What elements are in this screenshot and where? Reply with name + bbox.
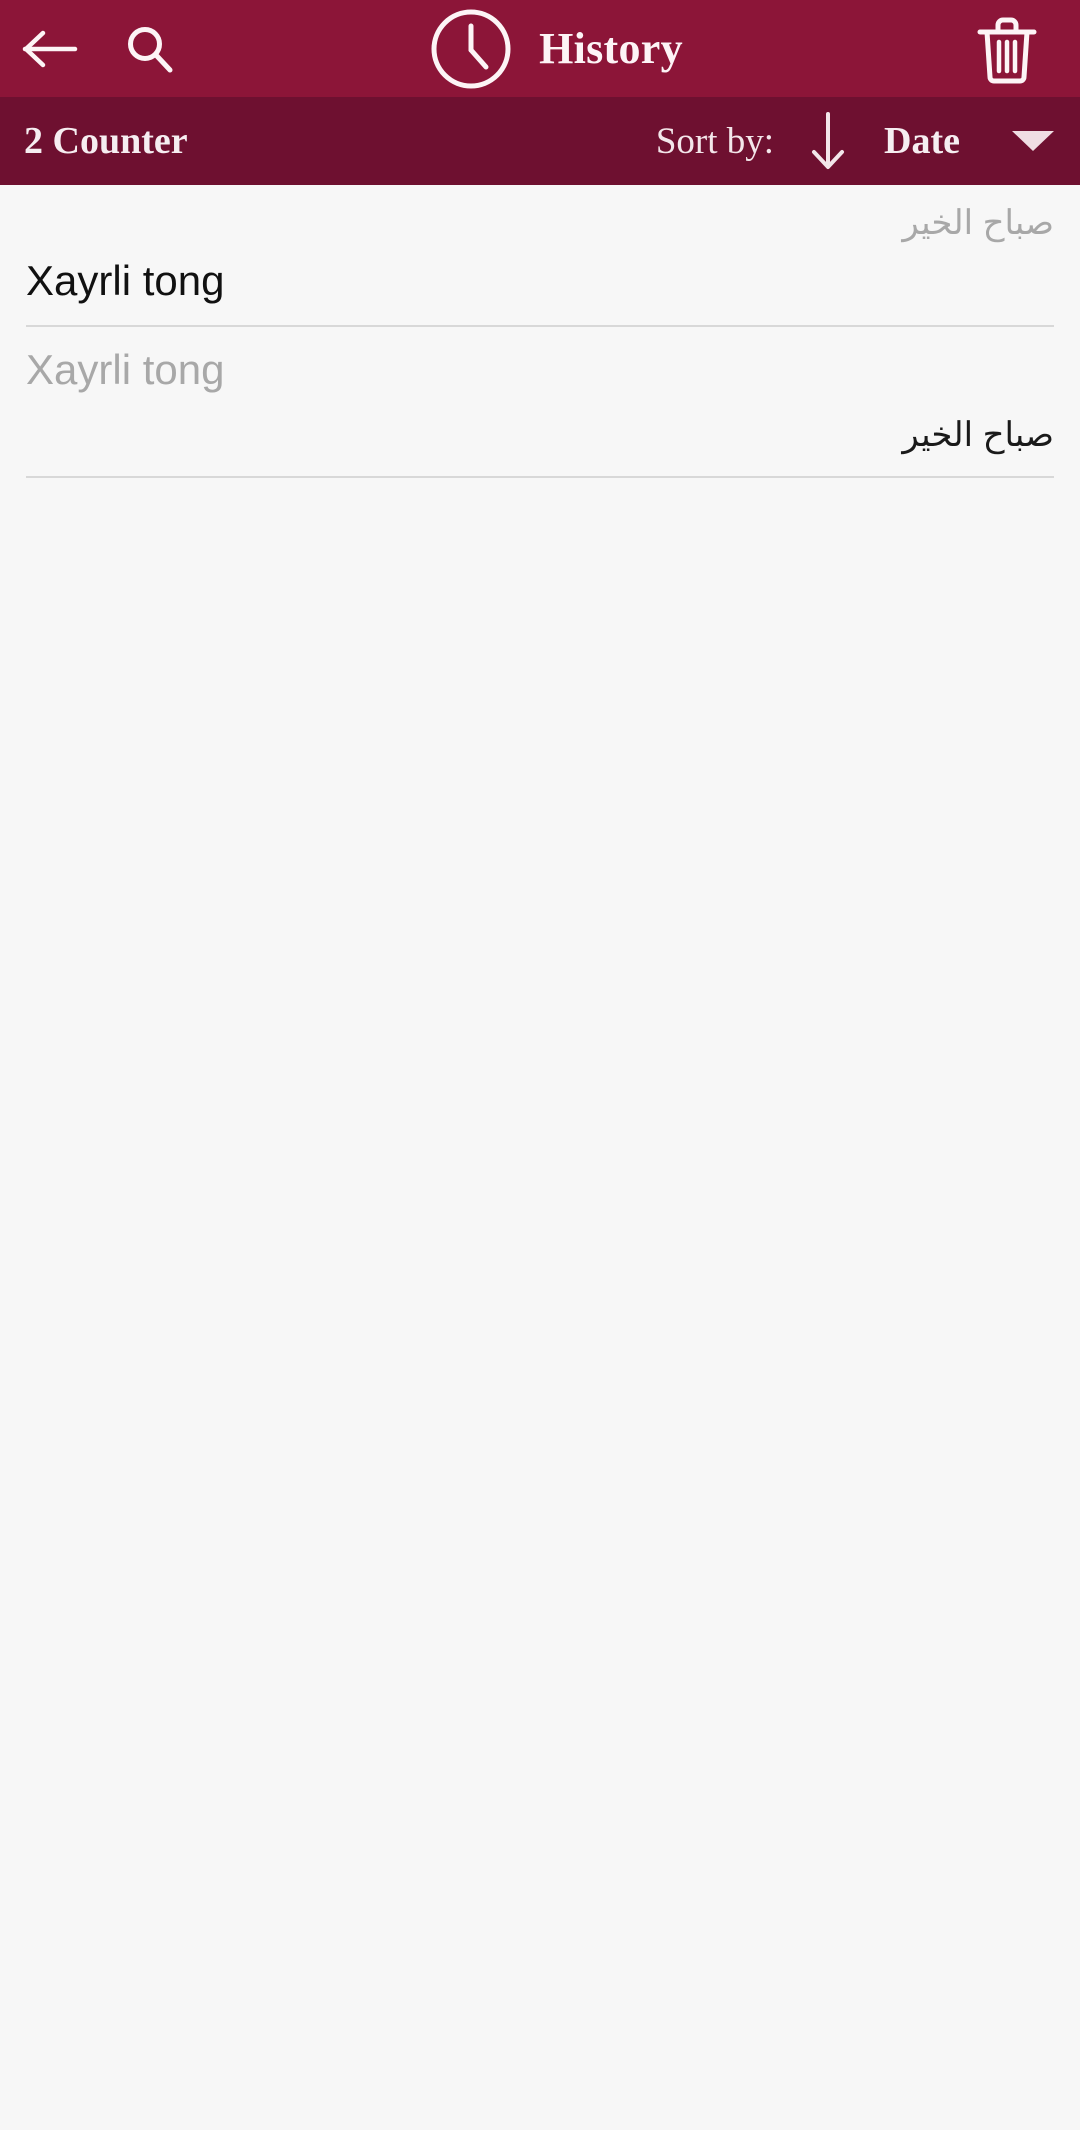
sort-control[interactable]: Sort by: Date bbox=[656, 97, 1080, 185]
clock-icon bbox=[431, 9, 511, 88]
sub-header-bar: 2 Counter Sort by: Date bbox=[0, 97, 1080, 185]
entry-target-text: Xayrli tong bbox=[26, 257, 225, 305]
caret-down-icon[interactable] bbox=[1012, 131, 1054, 151]
back-button[interactable] bbox=[12, 0, 88, 97]
entry-target-text: Xayrli tong bbox=[26, 345, 225, 393]
entry-source-text: صباح الخير bbox=[902, 204, 1054, 242]
page-title: History bbox=[539, 24, 683, 73]
list-divider bbox=[26, 476, 1054, 479]
counter-label: 2 Counter bbox=[24, 120, 188, 162]
app-bar-title-group: History bbox=[148, 0, 964, 97]
sort-by-label: Sort by: bbox=[655, 120, 775, 162]
arrow-down-icon bbox=[812, 112, 845, 169]
list-item[interactable]: صباح الخير Xayrli tong bbox=[0, 185, 1080, 325]
history-screen: History 2 Counter Sort by: Date صباح الخ… bbox=[0, 0, 1080, 2130]
app-bar: History bbox=[0, 0, 1080, 97]
trash-icon bbox=[977, 17, 1037, 83]
delete-all-button[interactable] bbox=[964, 0, 1050, 97]
arrow-left-icon bbox=[22, 30, 78, 67]
sort-value-label[interactable]: Date bbox=[884, 119, 960, 163]
sort-direction-button[interactable] bbox=[800, 110, 856, 172]
history-list: صباح الخير Xayrli tong Xayrli tong صباح … bbox=[0, 185, 1080, 479]
entry-source-text: صباح الخير bbox=[902, 415, 1054, 454]
list-item[interactable]: Xayrli tong صباح الخير bbox=[0, 327, 1080, 477]
